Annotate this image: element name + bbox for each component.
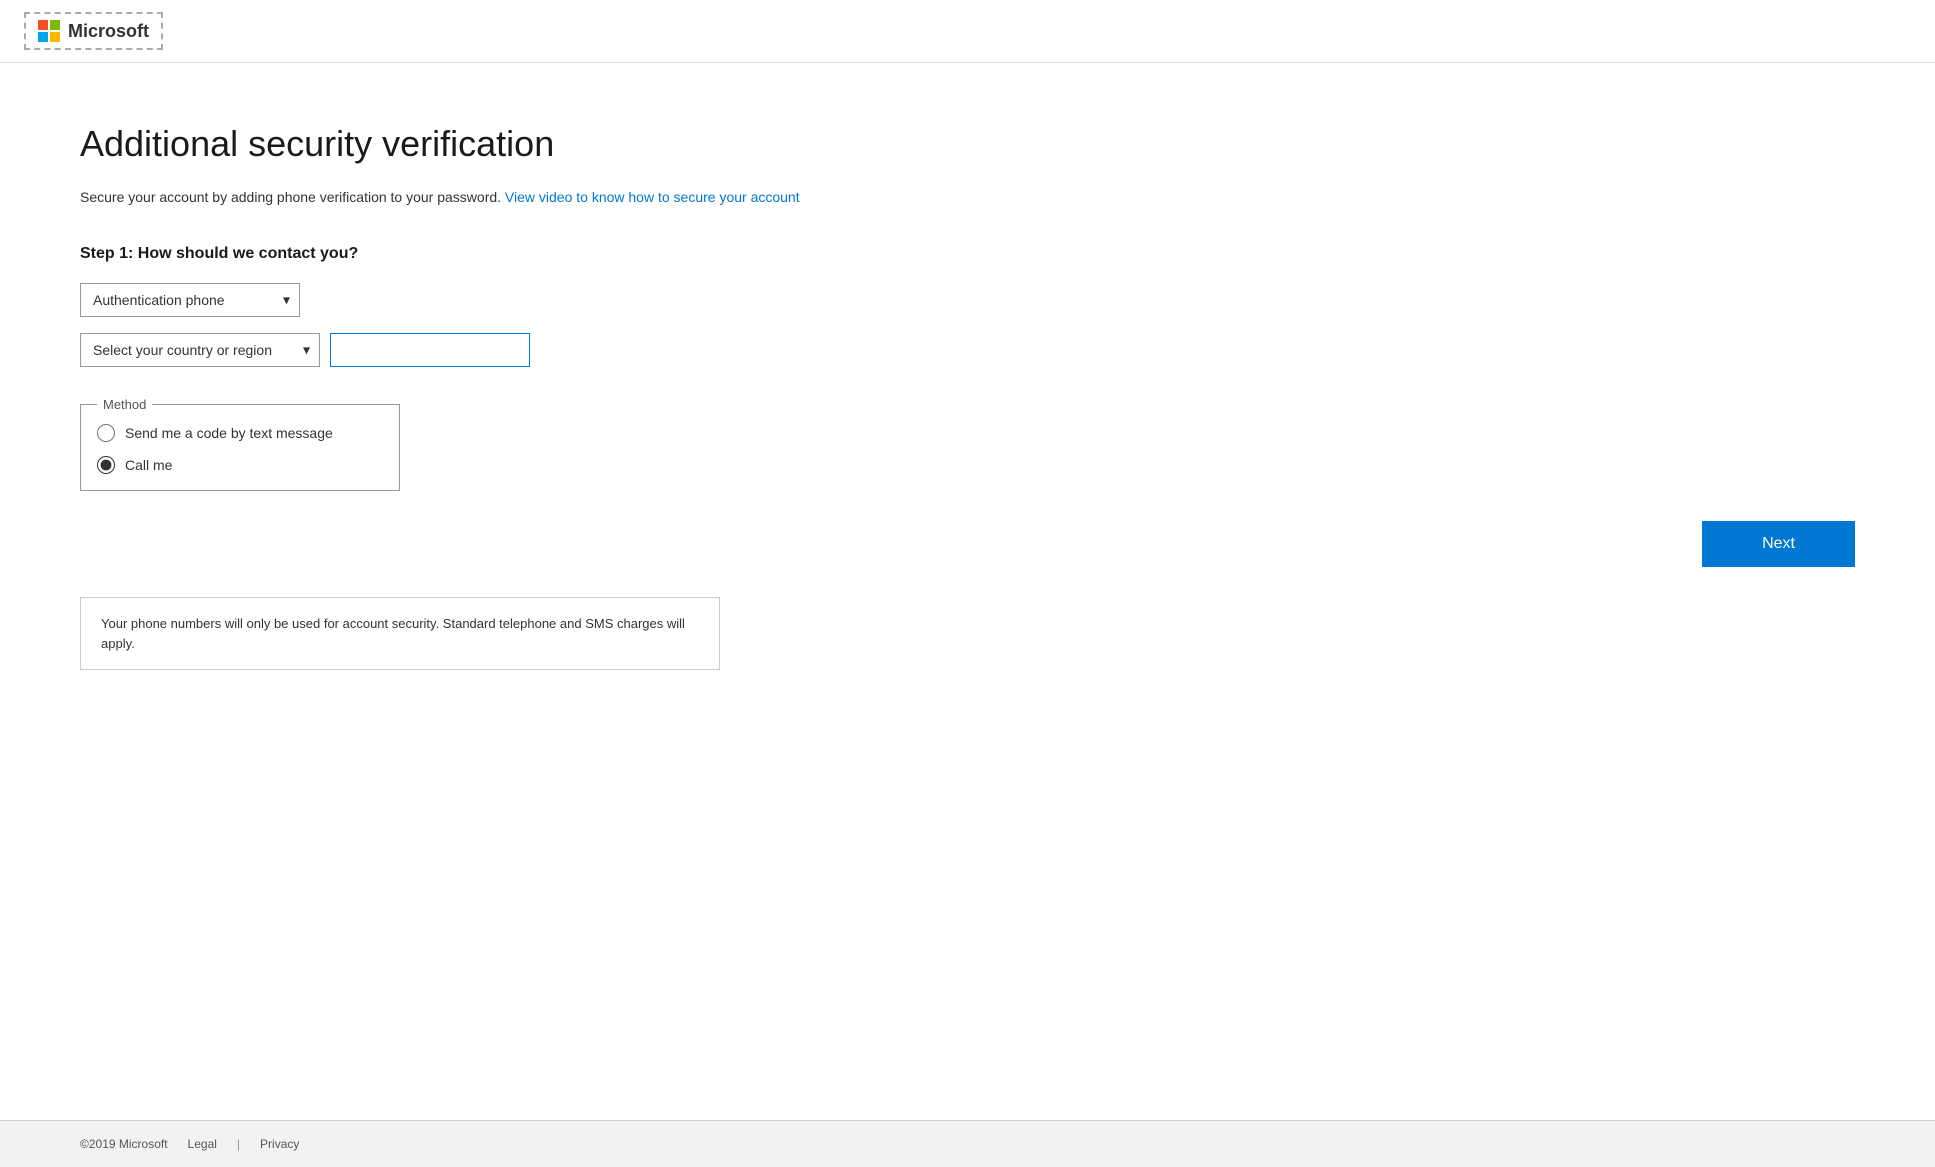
header: Microsoft xyxy=(0,0,1935,63)
button-row: Next xyxy=(80,521,1855,567)
subtitle-static: Secure your account by adding phone veri… xyxy=(80,189,501,205)
main-content: Additional security verification Secure … xyxy=(0,63,1935,1120)
subtitle-link[interactable]: View video to know how to secure your ac… xyxy=(505,189,800,205)
disclaimer-box: Your phone numbers will only be used for… xyxy=(80,597,720,670)
microsoft-logo-icon xyxy=(38,20,60,42)
step-heading: Step 1: How should we contact you? xyxy=(80,245,1855,263)
radio-option-call[interactable]: Call me xyxy=(97,456,379,474)
footer-legal-link[interactable]: Legal xyxy=(188,1137,217,1151)
country-select-wrapper[interactable]: Select your country or region United Sta… xyxy=(80,333,320,367)
microsoft-logo-box: Microsoft xyxy=(24,12,163,50)
radio-text-message[interactable] xyxy=(97,424,115,442)
microsoft-logo-text: Microsoft xyxy=(68,21,149,42)
radio-text-message-label: Send me a code by text message xyxy=(125,425,333,441)
page-title: Additional security verification xyxy=(80,123,1855,165)
radio-option-text[interactable]: Send me a code by text message xyxy=(97,424,379,442)
radio-call-me[interactable] xyxy=(97,456,115,474)
country-select[interactable]: Select your country or region United Sta… xyxy=(80,333,320,367)
auth-method-select[interactable]: Authentication phone Office phone Mobile… xyxy=(80,283,300,317)
disclaimer-text: Your phone numbers will only be used for… xyxy=(101,616,685,651)
country-phone-row: Select your country or region United Sta… xyxy=(80,333,1855,367)
next-button[interactable]: Next xyxy=(1702,521,1855,567)
logo-yellow-square xyxy=(50,32,60,42)
subtitle-text: Secure your account by adding phone veri… xyxy=(80,189,1855,205)
radio-call-me-label: Call me xyxy=(125,457,172,473)
method-fieldset: Method Send me a code by text message Ca… xyxy=(80,397,400,491)
footer-privacy-link[interactable]: Privacy xyxy=(260,1137,299,1151)
logo-green-square xyxy=(50,20,60,30)
footer-divider: | xyxy=(237,1137,240,1151)
logo-blue-square xyxy=(38,32,48,42)
logo-red-square xyxy=(38,20,48,30)
auth-method-select-wrapper[interactable]: Authentication phone Office phone Mobile… xyxy=(80,283,300,317)
phone-number-input[interactable] xyxy=(330,333,530,367)
footer: ©2019 Microsoft Legal | Privacy xyxy=(0,1120,1935,1167)
method-legend: Method xyxy=(97,397,152,412)
footer-copyright: ©2019 Microsoft xyxy=(80,1137,168,1151)
